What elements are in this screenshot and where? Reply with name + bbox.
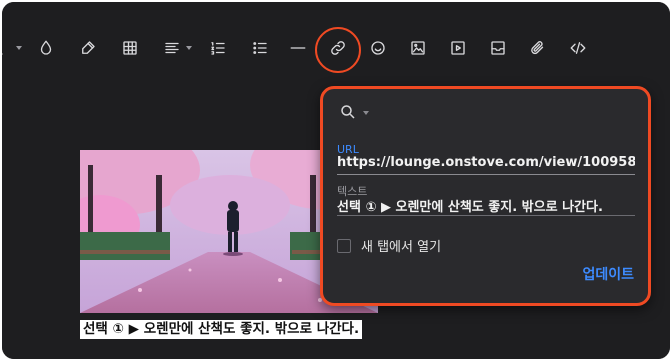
editor-toolbar: [2, 2, 670, 80]
align-icon[interactable]: [160, 36, 192, 60]
link-icon-highlight-ring: [315, 27, 361, 73]
new-tab-checkbox[interactable]: [337, 238, 351, 253]
bullet-list-icon[interactable]: [248, 36, 272, 60]
embed-icon[interactable]: [486, 36, 510, 60]
drop-icon[interactable]: [34, 36, 58, 60]
image-icon[interactable]: [406, 36, 430, 60]
url-field[interactable]: https://lounge.onstove.com/view/10095879: [337, 155, 635, 175]
horizontal-rule-icon[interactable]: [286, 36, 310, 60]
attachment-icon[interactable]: [526, 36, 550, 60]
image-caption[interactable]: 선택 ① ▶ 오렌만에 산책도 좋지. 밖으로 나간다.: [80, 320, 363, 339]
link-text-field[interactable]: 선택 ① ▶ 오렌만에 산책도 좋지. 밖으로 나간다.: [337, 196, 635, 216]
new-tab-label: 새 탭에서 열기: [361, 240, 442, 255]
chevron-down-icon: [363, 111, 369, 115]
highlighter-icon[interactable]: [76, 36, 100, 60]
code-icon[interactable]: [566, 36, 590, 60]
table-icon[interactable]: [118, 36, 142, 60]
update-button[interactable]: 업데이트: [582, 264, 634, 284]
search-icon: [341, 105, 355, 119]
link-popup: URL https://lounge.onstove.com/view/1009…: [320, 86, 651, 306]
emoji-icon[interactable]: [366, 36, 390, 60]
new-tab-option[interactable]: 새 탭에서 열기: [337, 236, 441, 255]
editor-window: 선택 ① ▶ 오렌만에 산책도 좋지. 밖으로 나간다. URL https:/…: [2, 2, 670, 359]
text-color-icon[interactable]: [2, 36, 22, 60]
video-icon[interactable]: [446, 36, 470, 60]
link-search-dropdown[interactable]: [339, 103, 373, 123]
ordered-list-icon[interactable]: [206, 36, 230, 60]
